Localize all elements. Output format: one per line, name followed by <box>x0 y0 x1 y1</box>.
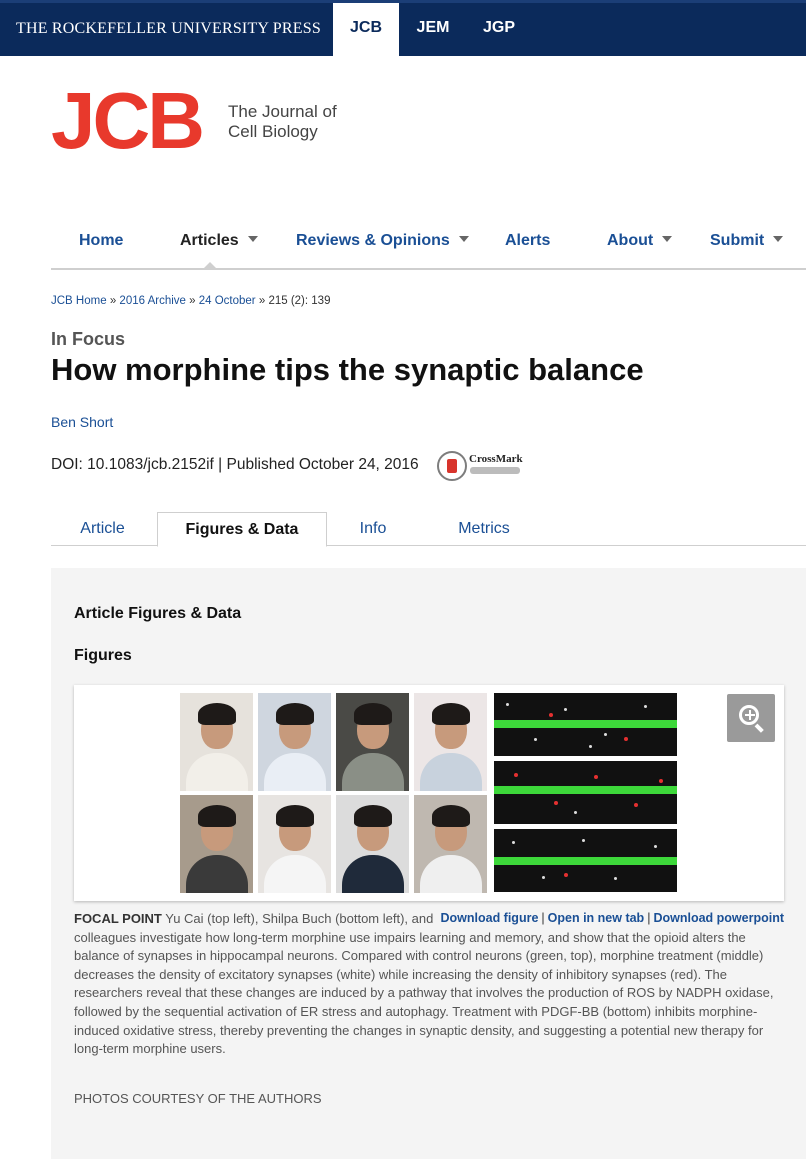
active-nav-pointer <box>202 262 218 270</box>
tab-metrics[interactable]: Metrics <box>431 512 537 546</box>
crossmark-subbar <box>470 467 520 474</box>
nav-home[interactable]: Home <box>79 232 123 250</box>
crossmark-icon <box>437 451 467 481</box>
publisher-name[interactable]: THE ROCKEFELLER UNIVERSITY PRESS <box>16 20 321 38</box>
figure-links: Download figure | Open in new tab | Download… <box>440 911 784 925</box>
micrograph-pdgf <box>494 829 677 892</box>
plus-icon <box>749 710 751 720</box>
author-photo <box>414 693 487 791</box>
download-powerpoint-link[interactable]: Download powerpoint <box>653 911 784 925</box>
breadcrumb-separator: » <box>258 295 266 307</box>
zoom-in-button[interactable] <box>727 694 775 742</box>
tab-figures-data[interactable]: Figures & Data <box>157 512 327 547</box>
author-photo-grid <box>180 693 490 893</box>
nav-alerts[interactable]: Alerts <box>505 232 550 250</box>
logo-tagline-line1: The Journal of <box>228 102 337 121</box>
caption-lead: FOCAL POINT <box>74 911 162 926</box>
nav-articles[interactable]: Articles <box>180 232 258 250</box>
main-nav: Home Articles Reviews & Opinions Alerts … <box>51 220 806 270</box>
chevron-down-icon <box>662 235 673 242</box>
figures-heading: Article Figures & Data <box>74 605 242 622</box>
micrograph-control <box>494 693 677 756</box>
link-separator: | <box>647 911 651 925</box>
journal-tab-jgp[interactable]: JGP <box>470 3 528 56</box>
nav-submit[interactable]: Submit <box>710 232 784 250</box>
chevron-down-icon <box>773 235 784 242</box>
journal-tab-jcb[interactable]: JCB <box>333 3 399 56</box>
article-section: In Focus <box>51 329 126 349</box>
nav-about[interactable]: About <box>607 232 673 250</box>
page-title: How morphine tips the synaptic balance <box>51 352 644 387</box>
journal-tab-jem[interactable]: JEM <box>405 3 461 56</box>
article-tabs: Article Figures & Data Info Metrics <box>51 512 806 547</box>
nav-about-label: About <box>607 232 654 249</box>
author-photo <box>336 693 409 791</box>
nav-reviews-opinions[interactable]: Reviews & Opinions <box>296 232 469 250</box>
author-photo <box>336 795 409 893</box>
crossmark-label: CrossMark <box>469 453 523 465</box>
breadcrumb: JCB Home » 2016 Archive » 24 October » 2… <box>51 295 330 307</box>
breadcrumb-archive[interactable]: 2016 Archive <box>119 295 186 307</box>
logo-mark: JCB <box>51 76 205 165</box>
chevron-down-icon <box>458 235 469 242</box>
logo-tagline: The Journal of Cell Biology <box>228 102 368 142</box>
tab-info[interactable]: Info <box>331 512 415 546</box>
logo-tagline-line2: Cell Biology <box>228 122 318 141</box>
author-photo <box>414 795 487 893</box>
nav-reviews-label: Reviews & Opinions <box>296 232 450 249</box>
caption-text: Yu Cai (top left), Shilpa Buch (bottom l… <box>74 911 774 1057</box>
breadcrumb-home[interactable]: JCB Home <box>51 295 107 307</box>
nav-articles-label: Articles <box>180 232 239 249</box>
figures-subheading: Figures <box>74 647 132 664</box>
breadcrumb-separator: » <box>189 295 196 307</box>
micrograph-morphine <box>494 761 677 824</box>
doi-line: DOI: 10.1083/jcb.2152if | Published Octo… <box>51 456 419 473</box>
photo-credit: PHOTOS COURTESY OF THE AUTHORS <box>74 1091 322 1106</box>
open-new-tab-link[interactable]: Open in new tab <box>548 911 645 925</box>
author-photo <box>180 795 253 893</box>
download-figure-link[interactable]: Download figure <box>440 911 538 925</box>
author-link[interactable]: Ben Short <box>51 414 113 430</box>
figure-caption: FOCAL POINT Yu Cai (top left), Shilpa Bu… <box>74 910 786 1059</box>
chevron-down-icon <box>247 235 258 242</box>
figures-panel: Article Figures & Data Figures FOCAL POI… <box>51 568 806 1159</box>
author-photo <box>258 693 331 791</box>
figure-image[interactable] <box>74 685 784 901</box>
publisher-bar: THE ROCKEFELLER UNIVERSITY PRESS JCB JEM… <box>0 0 806 56</box>
tab-article[interactable]: Article <box>51 512 154 546</box>
magnifier-handle <box>754 723 764 733</box>
nav-submit-label: Submit <box>710 232 765 249</box>
synapse-micrograph <box>494 693 677 893</box>
breadcrumb-current: 215 (2): 139 <box>268 295 331 307</box>
nav-alerts-label: Alerts <box>505 232 551 249</box>
author-photo <box>180 693 253 791</box>
crossmark-badge[interactable]: CrossMark <box>437 451 527 481</box>
breadcrumb-issue[interactable]: 24 October <box>199 295 256 307</box>
nav-home-label: Home <box>79 232 124 249</box>
breadcrumb-separator: » <box>109 295 117 307</box>
author-photo <box>258 795 331 893</box>
link-separator: | <box>541 911 545 925</box>
